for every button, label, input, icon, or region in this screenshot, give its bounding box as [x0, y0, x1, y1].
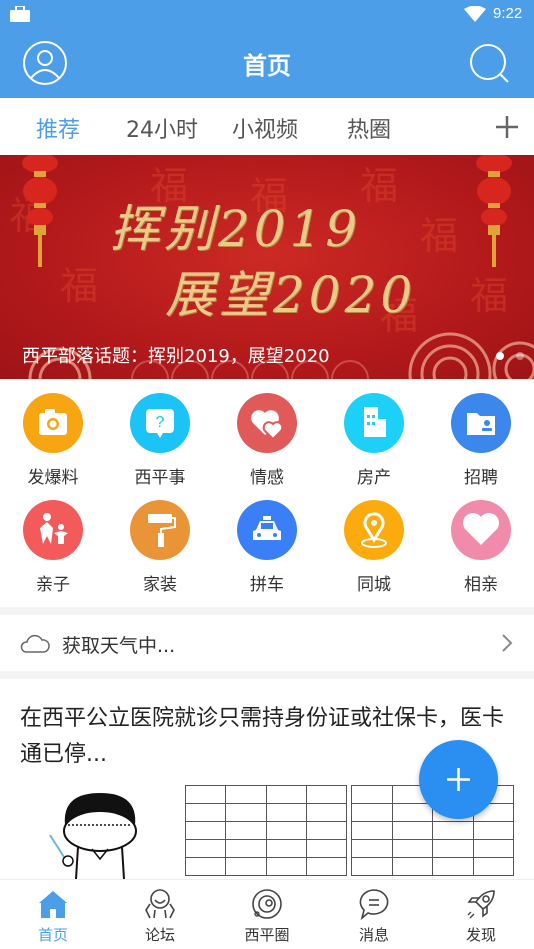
category-tongcheng[interactable]: 同城 [324, 500, 424, 600]
nav-xiping-circle[interactable]: 西平圈 [214, 880, 320, 949]
article-thumbnail [20, 785, 180, 879]
category-label: 西平事 [134, 468, 186, 488]
taxi-icon [253, 516, 281, 540]
status-time: 9:22 [493, 5, 523, 22]
category-baoliao[interactable]: 发爆料 [3, 393, 103, 493]
heart-icon [463, 513, 499, 545]
channel-tabs: 推荐 24小时 小视频 热圈 [0, 98, 534, 155]
category-label: 家装 [143, 575, 177, 595]
wifi-icon [464, 6, 486, 22]
document-table-image [185, 785, 347, 876]
nav-forum[interactable]: 论坛 [107, 880, 213, 949]
rocket-icon [467, 890, 495, 919]
category-label: 房产 [357, 468, 391, 488]
category-qinggan[interactable]: 情感 [217, 393, 317, 493]
category-label: 发爆料 [27, 468, 79, 488]
banner-headline-1: 挥别2019 [110, 200, 362, 258]
planet-icon [252, 889, 282, 919]
camera-icon [39, 409, 67, 435]
category-zhaopin[interactable]: 招聘 [431, 393, 531, 493]
briefcase-icon [10, 6, 30, 22]
category-grid: 发爆料 ? 西平事 情感 房产 招聘 亲子 家装 拼车 同城 相亲 [0, 379, 534, 607]
plus-icon [447, 768, 470, 791]
banner-caption: 西平部落话题：挥别2019，展望2020 [22, 346, 330, 367]
add-channel-icon[interactable] [494, 114, 520, 140]
section-divider [0, 607, 534, 615]
carousel-dot[interactable] [516, 352, 524, 360]
lantern-icon [476, 155, 512, 267]
parent-child-icon [40, 513, 68, 544]
hearts-icon [251, 410, 284, 441]
doctor-cartoon-image [49, 793, 137, 879]
app-header: 9:22 首页 [0, 0, 534, 98]
building-icon [364, 407, 386, 437]
nav-messages[interactable]: 消息 [321, 880, 427, 949]
nav-label: 发现 [465, 926, 496, 944]
nav-home[interactable]: 首页 [0, 880, 106, 949]
category-label: 同城 [357, 575, 391, 595]
category-pinche[interactable]: 拼车 [217, 500, 317, 600]
category-qinzi[interactable]: 亲子 [3, 500, 103, 600]
tab-recommend[interactable]: 推荐 [36, 112, 80, 144]
forum-icon [145, 889, 175, 919]
category-label: 亲子 [36, 575, 70, 595]
category-label: 情感 [250, 468, 284, 488]
lantern-icon [22, 155, 58, 267]
category-fangchan[interactable]: 房产 [324, 393, 424, 493]
location-pin-icon [361, 512, 387, 548]
article-thumbnail [185, 785, 347, 879]
create-post-button[interactable] [419, 740, 498, 819]
chevron-right-icon [502, 634, 513, 652]
category-label: 拼车 [250, 575, 284, 595]
carousel-dot-active[interactable] [496, 352, 504, 360]
nav-discover[interactable]: 发现 [428, 880, 534, 949]
tab-24h[interactable]: 24小时 [126, 112, 198, 144]
tab-short-video[interactable]: 小视频 [232, 112, 298, 144]
nav-label: 首页 [37, 926, 68, 944]
question-bubble-icon: ? [146, 409, 174, 438]
section-divider [0, 671, 534, 679]
home-icon [39, 891, 67, 918]
message-icon [359, 889, 389, 921]
category-label: 相亲 [464, 575, 498, 595]
page-title: 首页 [243, 52, 291, 80]
nav-label: 论坛 [144, 926, 175, 944]
nav-label: 消息 [358, 926, 389, 944]
tab-hot-circle[interactable]: 热圈 [347, 112, 391, 144]
folder-person-icon [467, 413, 495, 435]
weather-bar[interactable]: 获取天气中... [0, 615, 534, 671]
banner-carousel[interactable]: 福 福 福 福 福 福 福 福 挥别2019 展望2020 西平部落话题： [0, 155, 534, 379]
category-xipingshi[interactable]: ? 西平事 [110, 393, 210, 493]
status-bar: 9:22 [0, 0, 534, 30]
category-xiangqin[interactable]: 相亲 [431, 500, 531, 600]
nav-label: 西平圈 [244, 926, 290, 944]
cloud-icon [20, 634, 50, 653]
svg-text:?: ? [156, 414, 165, 431]
category-jiazhuang[interactable]: 家装 [110, 500, 210, 600]
weather-text: 获取天气中... [62, 635, 176, 657]
category-label: 招聘 [464, 468, 498, 488]
banner-headline-2: 展望2020 [165, 266, 417, 324]
bottom-navigation: 首页 论坛 西平圈 消息 发现 [0, 879, 534, 949]
paint-roller-icon [148, 514, 176, 547]
search-icon[interactable] [468, 42, 512, 86]
